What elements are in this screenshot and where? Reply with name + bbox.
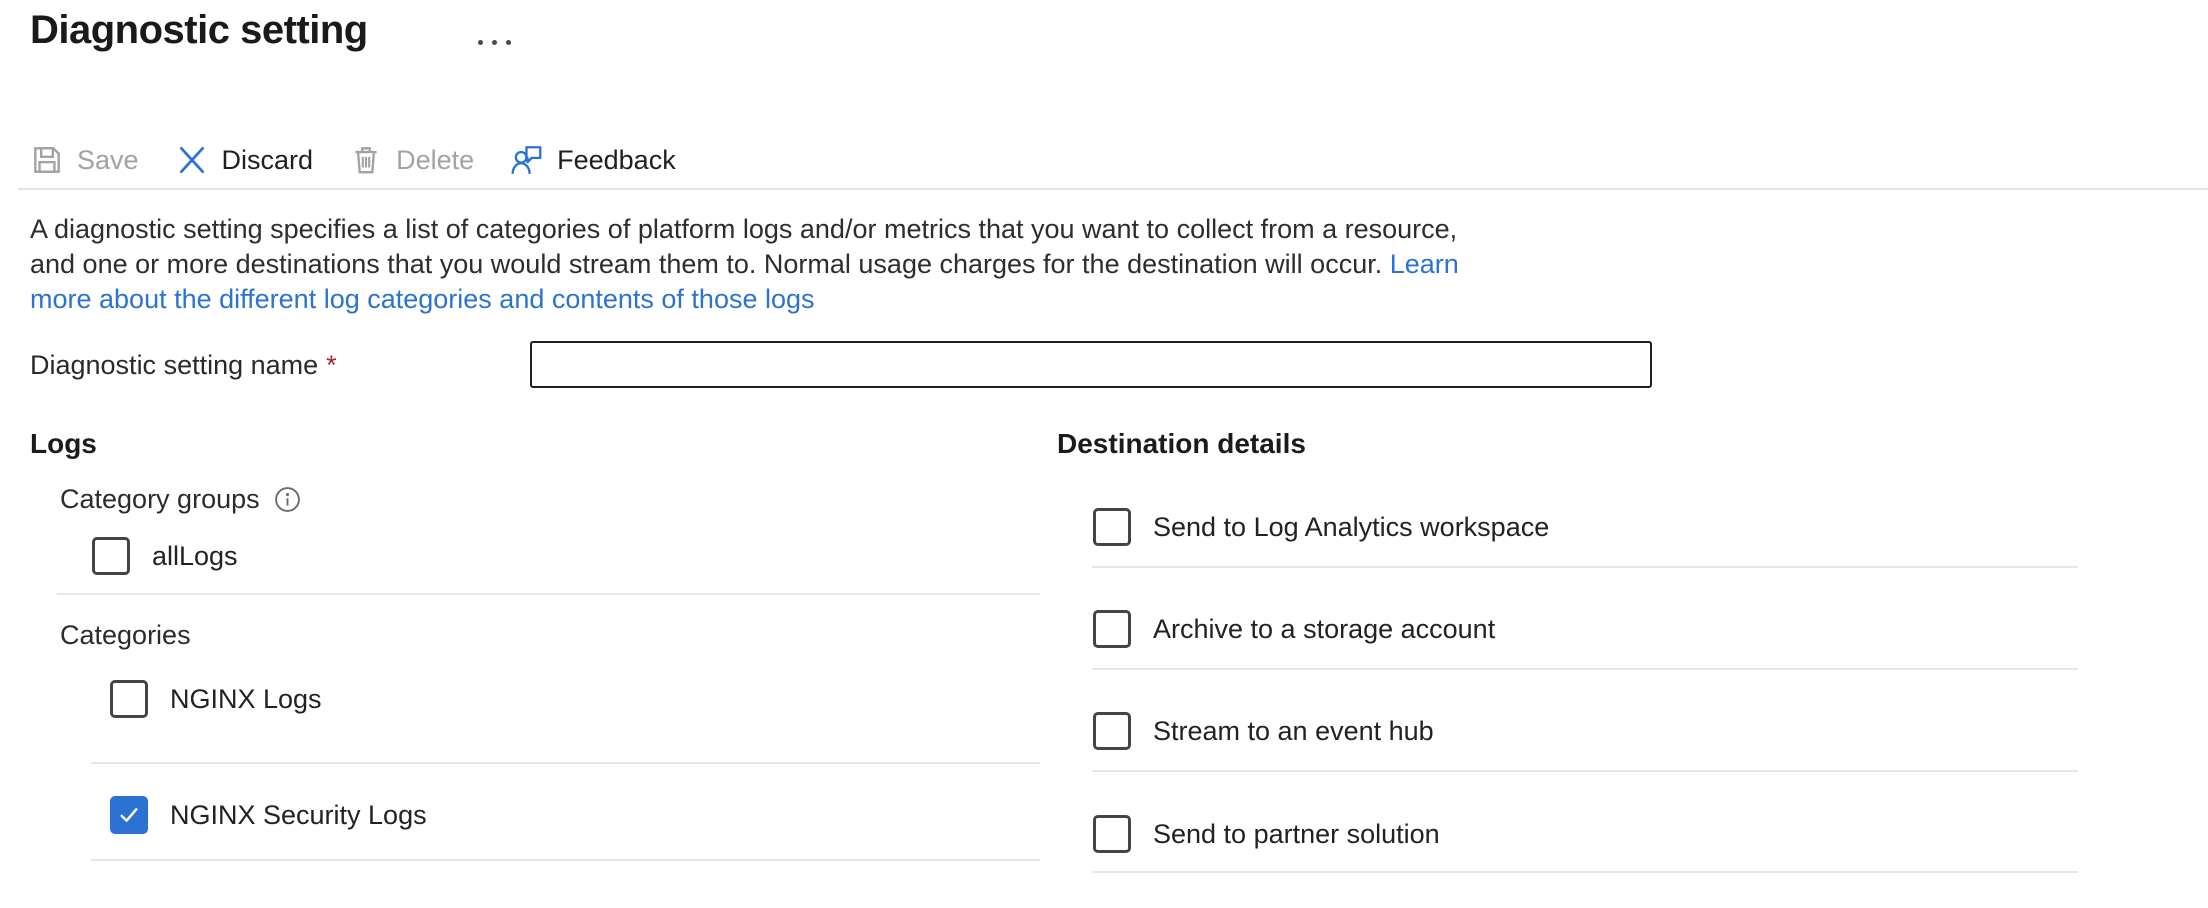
- description-line-1: A diagnostic setting specifies a list of…: [30, 212, 1459, 247]
- more-options-button[interactable]: [474, 36, 515, 49]
- feedback-button-label: Feedback: [557, 145, 676, 176]
- page-description: A diagnostic setting specifies a list of…: [30, 212, 1459, 317]
- description-line-3: more about the different log categories …: [30, 282, 1459, 317]
- diagnostic-setting-name-input[interactable]: [530, 341, 1652, 388]
- divider: [1092, 668, 2078, 670]
- send-to-partner-solution-checkbox[interactable]: [1093, 815, 1131, 853]
- checkbox-row-partner-solution[interactable]: Send to partner solution: [1093, 815, 1440, 853]
- checkbox-row-nginx-logs[interactable]: NGINX Logs: [110, 680, 322, 718]
- command-bar: Save Discard Delete: [30, 132, 712, 188]
- description-line-2: and one or more destinations that you wo…: [30, 247, 1459, 282]
- divider: [1092, 871, 2078, 873]
- categories-label: Categories: [60, 620, 191, 651]
- required-asterisk: *: [326, 350, 337, 380]
- send-to-partner-solution-label: Send to partner solution: [1153, 819, 1440, 850]
- trash-icon: [349, 143, 383, 177]
- discard-button[interactable]: Discard: [175, 143, 314, 177]
- nginx-security-logs-checkbox-label: NGINX Security Logs: [170, 800, 427, 831]
- divider: [91, 859, 1040, 861]
- divider: [1092, 566, 2078, 568]
- stream-to-event-hub-checkbox[interactable]: [1093, 712, 1131, 750]
- save-button-label: Save: [77, 145, 139, 176]
- send-to-log-analytics-label: Send to Log Analytics workspace: [1153, 512, 1549, 543]
- logs-section-heading: Logs: [30, 428, 97, 460]
- diagnostic-setting-name-label: Diagnostic setting name *: [30, 350, 337, 381]
- divider: [91, 762, 1040, 764]
- learn-more-link-continued[interactable]: more about the different log categories …: [30, 284, 815, 314]
- discard-x-icon: [175, 143, 209, 177]
- nginx-security-logs-checkbox[interactable]: [110, 796, 148, 834]
- learn-more-link[interactable]: Learn: [1390, 249, 1459, 279]
- nginx-logs-checkbox[interactable]: [110, 680, 148, 718]
- nginx-logs-checkbox-label: NGINX Logs: [170, 684, 322, 715]
- checkbox-row-log-analytics[interactable]: Send to Log Analytics workspace: [1093, 508, 1549, 546]
- diagnostic-setting-page: Diagnostic setting Save Discard: [0, 0, 2208, 908]
- checkbox-row-storage-account[interactable]: Archive to a storage account: [1093, 610, 1495, 648]
- info-icon[interactable]: [274, 486, 301, 513]
- archive-to-storage-label: Archive to a storage account: [1153, 614, 1495, 645]
- archive-to-storage-checkbox[interactable]: [1093, 610, 1131, 648]
- alllogs-checkbox-label: allLogs: [152, 541, 238, 572]
- divider: [57, 593, 1040, 595]
- more-icon: [492, 40, 497, 45]
- category-groups-label: Category groups: [60, 484, 301, 515]
- send-to-log-analytics-checkbox[interactable]: [1093, 508, 1131, 546]
- save-button[interactable]: Save: [30, 143, 139, 177]
- diagnostic-setting-name-label-text: Diagnostic setting name: [30, 350, 318, 380]
- delete-button[interactable]: Delete: [349, 143, 474, 177]
- alllogs-checkbox[interactable]: [92, 537, 130, 575]
- divider: [1092, 770, 2078, 772]
- stream-to-event-hub-label: Stream to an event hub: [1153, 716, 1434, 747]
- more-icon: [506, 40, 511, 45]
- page-title: Diagnostic setting: [30, 8, 368, 53]
- checkbox-row-alllogs[interactable]: allLogs: [92, 537, 238, 575]
- delete-button-label: Delete: [396, 145, 474, 176]
- save-icon: [30, 143, 64, 177]
- categories-label-text: Categories: [60, 620, 191, 651]
- feedback-button[interactable]: Feedback: [510, 143, 676, 177]
- category-groups-label-text: Category groups: [60, 484, 260, 515]
- discard-button-label: Discard: [222, 145, 314, 176]
- checkbox-row-event-hub[interactable]: Stream to an event hub: [1093, 712, 1434, 750]
- destination-details-heading: Destination details: [1057, 428, 1306, 460]
- checkmark-icon: [116, 802, 142, 828]
- more-icon: [478, 40, 483, 45]
- checkbox-row-nginx-security-logs[interactable]: NGINX Security Logs: [110, 796, 427, 834]
- feedback-icon: [510, 143, 544, 177]
- description-line-2-text: and one or more destinations that you wo…: [30, 249, 1390, 279]
- toolbar-divider: [18, 188, 2208, 190]
